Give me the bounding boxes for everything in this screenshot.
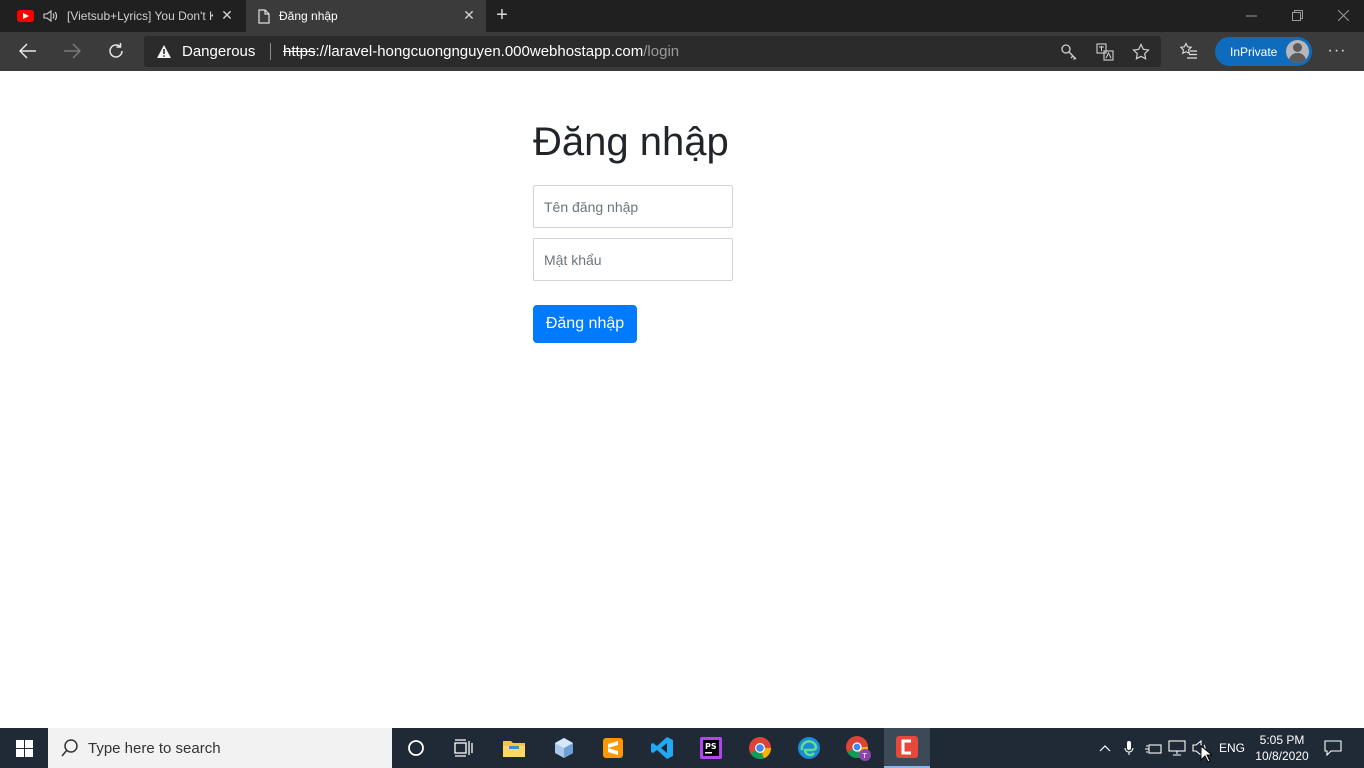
phpstorm-icon: PS xyxy=(700,737,722,759)
tab-youtube[interactable]: [Vietsub+Lyrics] You Don't K ✕ xyxy=(0,0,244,32)
minimize-button[interactable] xyxy=(1228,0,1274,30)
restore-icon xyxy=(1291,9,1303,21)
page-content: Đăng nhập Đăng nhập xyxy=(0,71,1364,728)
svg-text:T: T xyxy=(862,752,868,760)
favorite-button[interactable] xyxy=(1130,41,1152,63)
task-view-button[interactable] xyxy=(448,732,480,764)
favorites-button[interactable] xyxy=(1178,40,1200,62)
tab-close-icon[interactable]: ✕ xyxy=(220,8,234,22)
vscode-button[interactable] xyxy=(646,732,678,764)
recorder-icon xyxy=(896,736,918,758)
username-input[interactable] xyxy=(533,185,733,228)
key-button[interactable] xyxy=(1058,41,1080,63)
tab-title: Đăng nhập xyxy=(279,9,338,23)
start-button[interactable] xyxy=(0,728,48,768)
translate-icon xyxy=(1096,43,1114,61)
youtube-icon xyxy=(17,10,34,22)
close-window-button[interactable] xyxy=(1320,0,1364,30)
more-menu-button[interactable]: ··· xyxy=(1326,40,1348,62)
power-plug-icon xyxy=(1145,744,1162,754)
arrow-right-icon xyxy=(64,43,81,59)
clock-date: 10/8/2020 xyxy=(1255,749,1309,763)
cortana-button[interactable] xyxy=(400,732,432,764)
sublime-icon xyxy=(603,738,623,758)
notification-icon xyxy=(1324,740,1342,756)
chrome-button[interactable] xyxy=(744,732,776,764)
show-hidden-icons-button[interactable] xyxy=(1095,738,1115,758)
translate-button[interactable] xyxy=(1094,41,1116,63)
url-protocol: https xyxy=(283,43,316,60)
address-bar[interactable]: Dangerous https://laravel-hongcuongnguye… xyxy=(144,36,1161,67)
tab-login[interactable]: Đăng nhập ✕ xyxy=(246,0,486,32)
clock-time: 5:05 PM xyxy=(1259,733,1305,747)
taskbar-search[interactable]: Type here to search xyxy=(48,728,392,768)
security-status[interactable]: Dangerous xyxy=(182,43,255,60)
task-view-icon xyxy=(454,739,473,757)
forward-button[interactable] xyxy=(57,36,87,66)
page-icon xyxy=(258,8,270,24)
cube-icon xyxy=(555,738,573,758)
chrome-icon xyxy=(749,737,772,760)
folder-icon xyxy=(503,741,525,757)
star-icon xyxy=(1132,43,1150,60)
sublime-text-button[interactable] xyxy=(597,732,629,764)
page-title: Đăng nhập xyxy=(533,120,729,164)
divider xyxy=(270,43,271,60)
vscode-icon xyxy=(651,737,673,759)
edge-button[interactable] xyxy=(793,732,825,764)
microphone-icon xyxy=(1124,741,1134,755)
password-input[interactable] xyxy=(533,238,733,281)
back-button[interactable] xyxy=(13,36,43,66)
edge-icon xyxy=(798,737,820,759)
taskbar: Type here to search PS T ENG 5:05 PM 10/… xyxy=(0,728,1364,768)
reload-button[interactable] xyxy=(101,36,131,66)
new-tab-button[interactable]: + xyxy=(492,5,512,25)
close-icon xyxy=(1337,9,1349,21)
microphone-button[interactable] xyxy=(1119,738,1139,758)
clock[interactable]: 5:05 PM 10/8/2020 xyxy=(1254,732,1310,764)
login-button[interactable]: Đăng nhập xyxy=(533,305,637,343)
phpstorm-button[interactable]: PS xyxy=(695,732,727,764)
power-button[interactable] xyxy=(1143,738,1163,758)
arrow-left-icon xyxy=(19,43,36,59)
mouse-cursor-icon xyxy=(1200,745,1212,763)
network-icon xyxy=(1168,740,1186,756)
url-text[interactable]: https://laravel-hongcuongnguyen.000webho… xyxy=(283,43,679,60)
chrome-profile-icon: T xyxy=(846,736,871,761)
chevron-up-icon xyxy=(1099,745,1111,752)
file-explorer-button[interactable] xyxy=(498,732,530,764)
tab-close-icon[interactable]: ✕ xyxy=(462,8,476,22)
search-placeholder: Type here to search xyxy=(88,740,221,757)
windows-icon xyxy=(15,739,33,757)
inprivate-profile-button[interactable]: InPrivate xyxy=(1215,37,1312,66)
action-center-button[interactable] xyxy=(1322,737,1344,759)
chrome-profile-button[interactable]: T xyxy=(842,732,874,764)
avatar xyxy=(1286,40,1309,63)
favorites-list-icon xyxy=(1180,42,1197,59)
browser-toolbar: Dangerous https://laravel-hongcuongnguye… xyxy=(0,32,1364,71)
minimize-icon xyxy=(1245,15,1257,16)
warning-icon[interactable] xyxy=(156,44,172,59)
language-indicator[interactable]: ENG xyxy=(1219,741,1245,755)
search-icon xyxy=(61,739,78,757)
speaker-icon[interactable] xyxy=(43,9,59,23)
cortana-icon xyxy=(408,740,424,756)
url-path: /login xyxy=(643,43,680,60)
svg-text:PS: PS xyxy=(705,742,717,751)
tab-title: [Vietsub+Lyrics] You Don't K xyxy=(67,9,213,23)
app-cube-button[interactable] xyxy=(548,732,580,764)
network-button[interactable] xyxy=(1167,738,1187,758)
restore-button[interactable] xyxy=(1274,0,1320,30)
refresh-icon xyxy=(109,43,123,58)
recorder-app-button[interactable] xyxy=(884,728,930,768)
key-icon xyxy=(1061,44,1077,60)
inprivate-label: InPrivate xyxy=(1230,45,1278,59)
url-host: ://laravel-hongcuongnguyen.000webhostapp… xyxy=(315,43,644,60)
tab-strip: [Vietsub+Lyrics] You Don't K ✕ Đăng nhập… xyxy=(0,0,1364,32)
